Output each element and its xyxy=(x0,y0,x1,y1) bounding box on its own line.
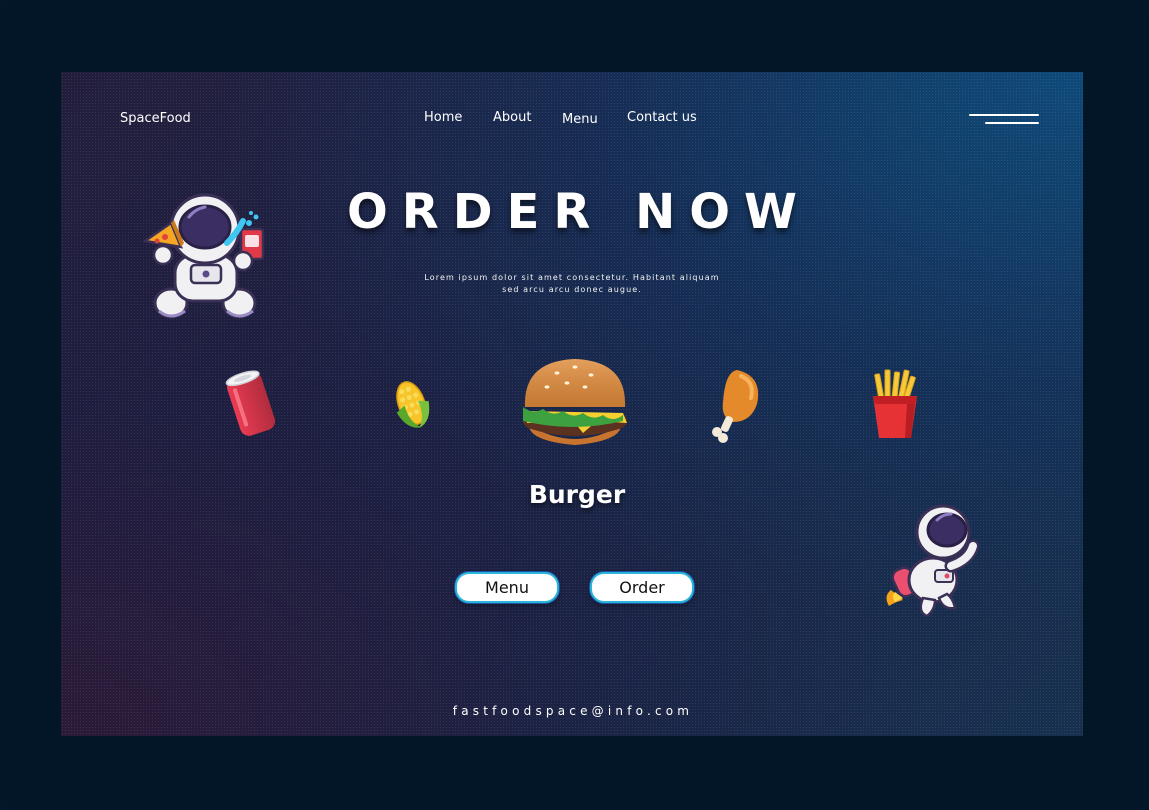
soda-can-icon[interactable] xyxy=(219,368,283,440)
menu-button[interactable]: Menu xyxy=(455,572,559,603)
nav-home[interactable]: Home xyxy=(424,110,462,125)
corn-icon[interactable] xyxy=(387,377,437,433)
fries-icon[interactable] xyxy=(867,368,923,440)
order-button[interactable]: Order xyxy=(590,572,694,603)
nav-contact[interactable]: Contact us xyxy=(627,110,697,125)
nav-about[interactable]: About xyxy=(493,110,531,125)
footer-email-link[interactable]: fastfoodspace@info.com xyxy=(61,704,1083,718)
hero-subtitle-line2: sed arcu arcu donec augue. xyxy=(502,285,642,294)
hamburger-line-top xyxy=(969,114,1039,116)
burger-icon[interactable] xyxy=(517,355,633,451)
astronaut-flying-icon xyxy=(886,504,980,618)
astronaut-eating-icon xyxy=(141,193,265,319)
hamburger-menu-icon[interactable] xyxy=(969,114,1041,128)
brand-logo[interactable]: SpaceFood xyxy=(120,111,191,126)
hero-subtitle-line1: Lorem ipsum dolor sit amet consectetur. … xyxy=(424,273,720,282)
hamburger-line-bottom xyxy=(985,122,1039,124)
landing-page: SpaceFood Home About Menu Contact us ORD… xyxy=(61,72,1083,736)
chicken-leg-icon[interactable] xyxy=(707,366,763,444)
nav-menu[interactable]: Menu xyxy=(562,112,598,127)
hero-subtitle: Lorem ipsum dolor sit amet consectetur. … xyxy=(401,272,743,296)
